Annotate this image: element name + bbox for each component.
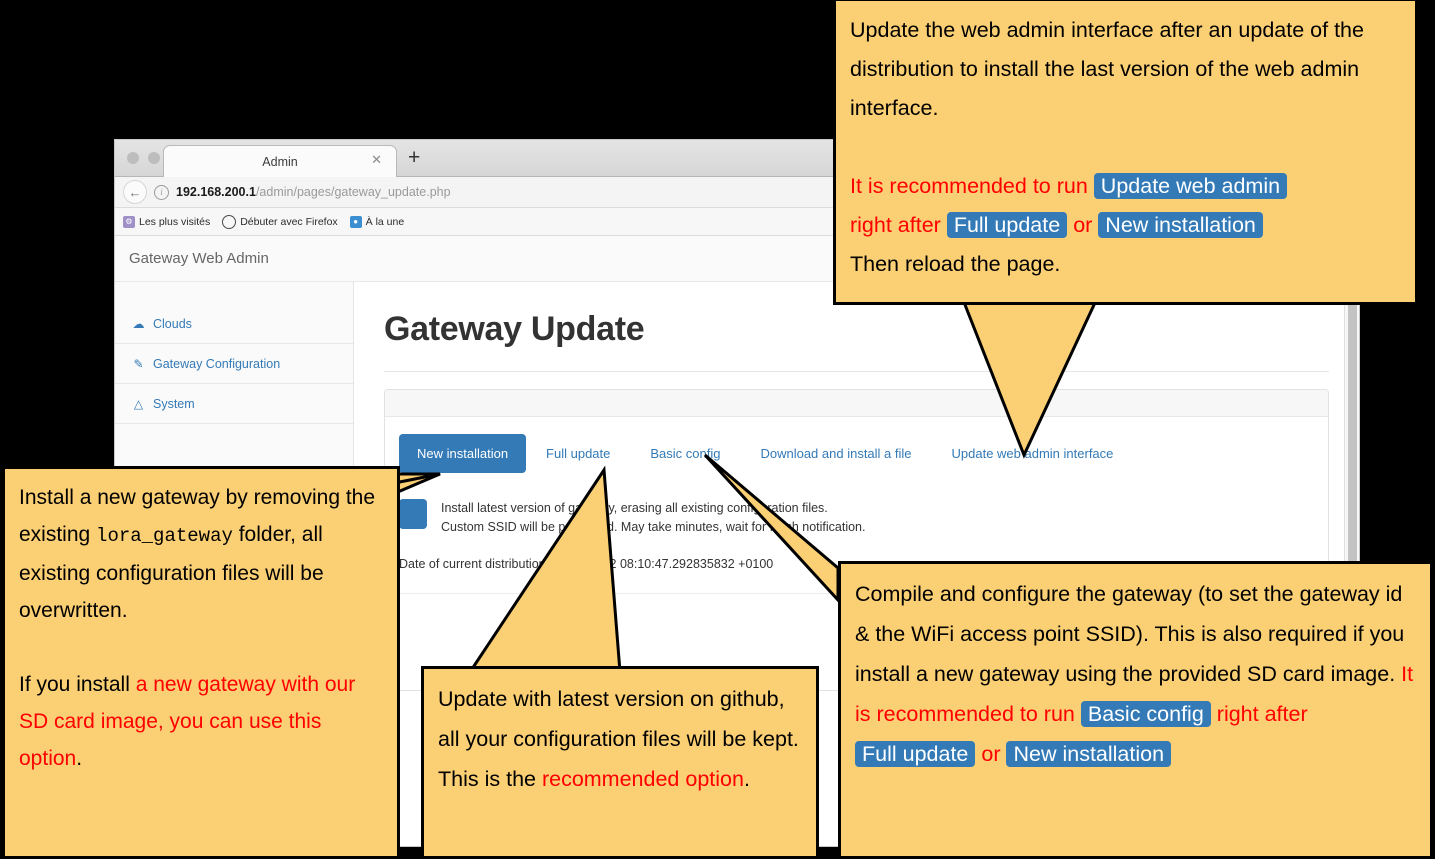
chip-basic-config: Basic config: [1080, 701, 1211, 727]
tail-full-update: [467, 465, 622, 674]
callout-code-lora-gateway: lora_gateway: [96, 525, 233, 547]
callout-text: Compile and configure the gateway (to se…: [855, 582, 1405, 686]
callout-red-text: It is recommended to run: [850, 174, 1088, 198]
callout-new-installation: Install a new gateway by removing the ex…: [2, 466, 400, 859]
callout-red-text: right after: [1216, 702, 1308, 726]
callout-paragraph-2: If you install a new gateway with our SD…: [19, 666, 383, 777]
callout-or: or: [1073, 213, 1093, 237]
callout-basic-config: Compile and configure the gateway (to se…: [838, 561, 1433, 859]
callout-red-text: right after: [850, 213, 941, 237]
tail-update-web-admin: [957, 290, 1103, 459]
tail-basic-config: [703, 453, 840, 604]
chip-full-update: Full update: [946, 212, 1068, 238]
chip-update-web-admin: Update web admin: [1093, 173, 1288, 199]
callout-paragraph: Update the web admin interface after an …: [850, 18, 1364, 120]
callout-update-web-admin: Update the web admin interface after an …: [833, 0, 1418, 305]
callout-period: .: [743, 767, 750, 791]
chip-full-update: Full update: [855, 741, 976, 767]
callout-paragraph: Update with latest version on github, al…: [438, 679, 802, 799]
callout-text-c: If you install: [19, 673, 136, 696]
chip-new-installation: New installation: [1006, 741, 1172, 767]
callout-red-text: recommended option: [541, 767, 744, 791]
chip-new-installation: New installation: [1098, 212, 1263, 238]
callout-paragraph: Compile and configure the gateway (to se…: [855, 574, 1416, 774]
screenshot-stage: Admin ✕ + ← i 192.168.200.1/admin/pages/…: [0, 0, 1435, 859]
callout-full-update: Update with latest version on github, al…: [421, 666, 819, 859]
callout-recommendation: It is recommended to run Update web admi…: [850, 167, 1401, 245]
callout-or: or: [981, 742, 1001, 766]
callout-reload-note: Then reload the page.: [850, 252, 1061, 276]
callout-paragraph: Install a new gateway by removing the ex…: [19, 479, 383, 629]
callout-period: .: [76, 747, 83, 770]
